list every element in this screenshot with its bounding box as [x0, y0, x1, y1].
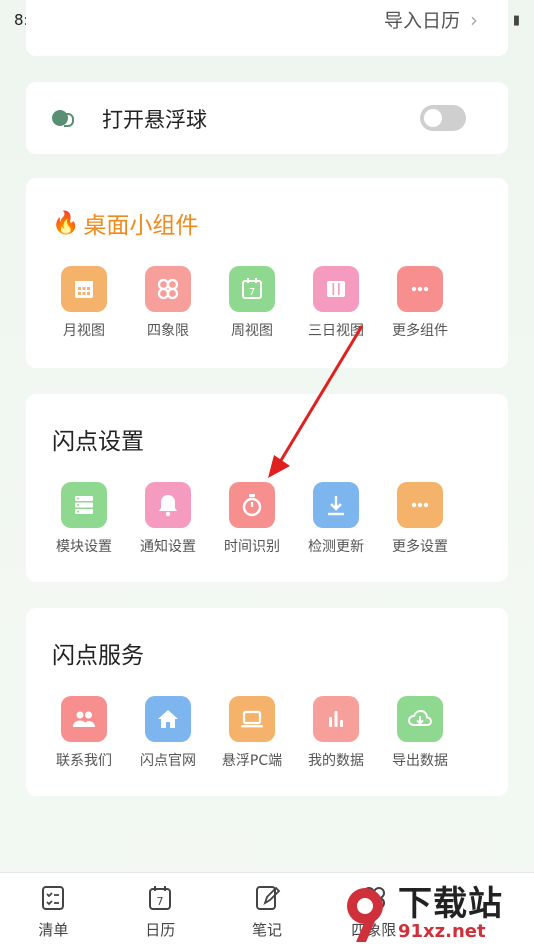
widget-week-view[interactable]: 7 周视图	[220, 266, 284, 340]
floating-ball-icon	[52, 110, 74, 127]
calendar-7-icon: 7	[149, 886, 172, 910]
settings-notification[interactable]: 通知设置	[136, 482, 200, 556]
settings-time-recognition[interactable]: 时间识别	[220, 482, 284, 556]
bar-chart-icon	[313, 696, 359, 742]
download-icon	[313, 482, 359, 528]
import-calendar-card[interactable]: 导入日历 ›	[26, 0, 508, 56]
floating-ball-card: 打开悬浮球	[26, 82, 508, 154]
services-card: 闪点服务 联系我们 闪点官网 悬浮PC端 我的数据 导出数据	[26, 608, 508, 796]
settings-label: 更多设置	[392, 539, 448, 555]
widget-more[interactable]: 更多组件	[388, 266, 452, 340]
services-my-data[interactable]: 我的数据	[304, 696, 368, 770]
svg-text:7: 7	[157, 895, 164, 908]
people-icon	[61, 696, 107, 742]
calendar-7-icon: 7	[229, 266, 275, 312]
watermark-cn: 下载站	[398, 884, 503, 924]
four-petal-icon	[145, 266, 191, 312]
services-export-data[interactable]: 导出数据	[388, 696, 452, 770]
widget-four-quadrants[interactable]: 四象限	[136, 266, 200, 340]
services-pc-floating[interactable]: 悬浮PC端	[220, 696, 284, 770]
services-label: 我的数据	[308, 753, 364, 769]
note-edit-icon	[255, 886, 281, 910]
nav-label: 清单	[38, 921, 69, 939]
calendar-grid-icon	[61, 266, 107, 312]
nav-item-calendar[interactable]: 7 日历	[107, 873, 214, 950]
settings-label: 检测更新	[308, 539, 364, 555]
services-label: 闪点官网	[140, 753, 196, 769]
floating-ball-toggle[interactable]	[420, 105, 466, 131]
checklist-icon	[42, 886, 65, 910]
svg-text:7: 7	[249, 287, 255, 298]
chevron-right-icon: ›	[470, 7, 478, 32]
settings-title: 闪点设置	[52, 429, 144, 455]
nav-item-notes[interactable]: 笔记	[214, 873, 321, 950]
nav-label: 日历	[145, 921, 176, 939]
bell-icon	[145, 482, 191, 528]
nav-label: 笔记	[251, 921, 282, 939]
home-icon	[145, 696, 191, 742]
settings-card: 闪点设置 模块设置 通知设置 时间识别 检测更新 更多设置	[26, 394, 508, 582]
settings-module[interactable]: 模块设置	[52, 482, 116, 556]
watermark-logo-icon	[338, 884, 392, 944]
laptop-icon	[229, 696, 275, 742]
services-contact[interactable]: 联系我们	[52, 696, 116, 770]
nav-item-list[interactable]: 清单	[0, 873, 107, 950]
settings-more[interactable]: 更多设置	[388, 482, 452, 556]
floating-ball-label: 打开悬浮球	[102, 108, 207, 132]
more-dots-icon	[397, 266, 443, 312]
list-stack-icon	[61, 482, 107, 528]
settings-label: 模块设置	[56, 539, 112, 555]
widget-label: 周视图	[231, 323, 273, 339]
cloud-download-icon	[397, 696, 443, 742]
settings-check-update[interactable]: 检测更新	[304, 482, 368, 556]
widget-month-view[interactable]: 月视图	[52, 266, 116, 340]
services-label: 导出数据	[392, 753, 448, 769]
services-title: 闪点服务	[52, 643, 144, 669]
settings-label: 时间识别	[224, 539, 280, 555]
more-dots-icon	[397, 482, 443, 528]
flame-icon: 🔥	[52, 210, 80, 236]
watermark-url: 91xz.net	[398, 921, 486, 942]
widgets-title: 🔥 桌面小组件	[52, 206, 198, 240]
battery-icon: ▮	[512, 12, 520, 28]
widget-label: 三日视图	[308, 323, 364, 339]
stopwatch-icon	[229, 482, 275, 528]
settings-label: 通知设置	[140, 539, 196, 555]
widget-label: 月视图	[63, 323, 105, 339]
widgets-card: 🔥 桌面小组件 月视图 四象限 7 周视图 三日视图 更多组件	[26, 178, 508, 368]
services-label: 联系我们	[56, 753, 112, 769]
widget-label: 四象限	[147, 323, 189, 339]
services-label: 悬浮PC端	[221, 753, 283, 769]
services-website[interactable]: 闪点官网	[136, 696, 200, 770]
import-calendar-label: 导入日历	[383, 10, 460, 32]
three-column-icon	[313, 266, 359, 312]
widget-three-day-view[interactable]: 三日视图	[304, 266, 368, 340]
widget-label: 更多组件	[392, 323, 448, 339]
site-watermark: 下载站 91xz.net	[338, 882, 528, 946]
widgets-title-text: 桌面小组件	[83, 213, 199, 239]
